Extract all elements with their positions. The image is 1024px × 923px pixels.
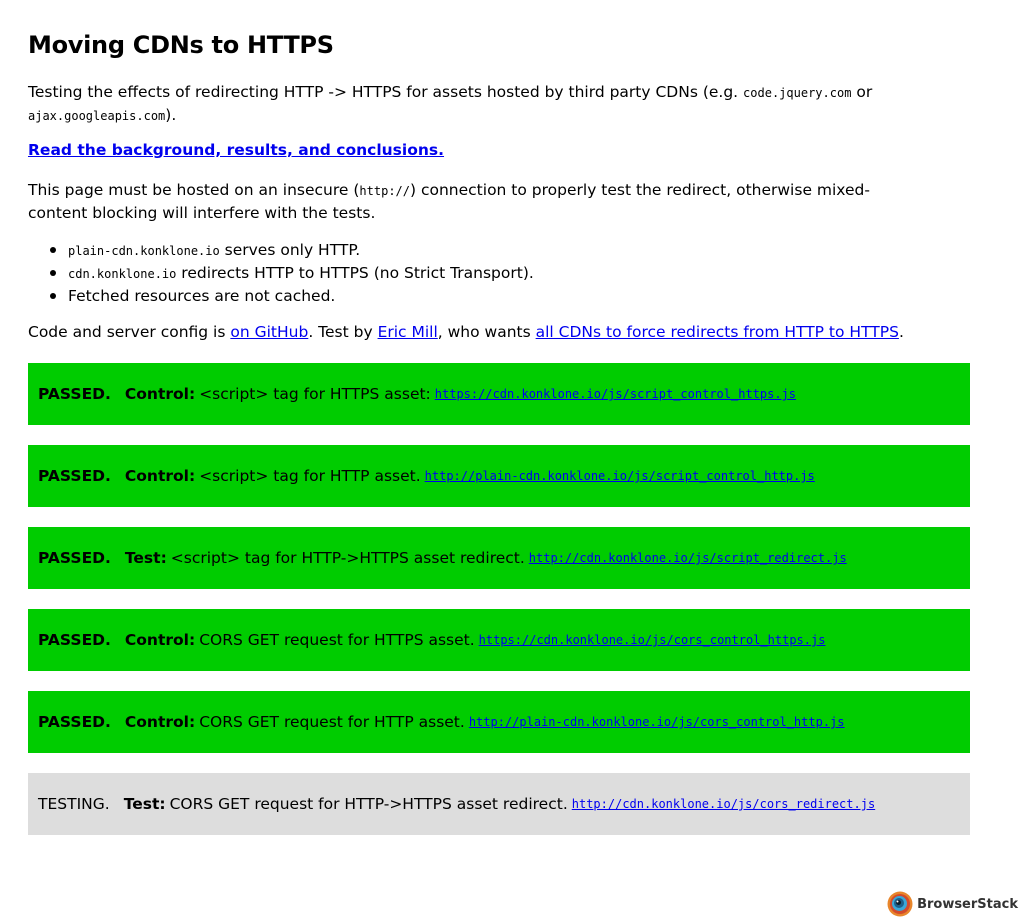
credits-text-4: . [898,323,904,341]
note-text: Fetched resources are not cached. [68,287,336,305]
test-description: CORS GET request for HTTP asset. [199,713,465,731]
test-result-row: PASSED. Control: CORS GET request for HT… [28,609,970,671]
test-status: PASSED. [38,467,111,485]
test-result-row: PASSED. Control: CORS GET request for HT… [28,691,970,753]
test-results: PASSED. Control: <script> tag for HTTPS … [28,363,970,855]
credits-text-1: Code and server config is [28,323,231,341]
note-code: plain-cdn.konklone.io [68,244,220,258]
intro-or: or [856,83,873,101]
test-url-link[interactable]: http://plain-cdn.konklone.io/js/script_c… [425,469,815,483]
test-url-link[interactable]: http://cdn.konklone.io/js/cors_redirect.… [572,797,875,811]
intro-code-googleapis: ajax.googleapis.com [28,109,166,123]
test-url-link[interactable]: http://plain-cdn.konklone.io/js/cors_con… [469,715,845,729]
test-kind: Control: [124,385,196,403]
notes-list: plain-cdn.konklone.io serves only HTTP. … [28,239,534,307]
page-title: Moving CDNs to HTTPS [28,31,334,59]
note-text: redirects HTTP to HTTPS (no Strict Trans… [176,264,534,282]
intro-text: Testing the effects of redirecting HTTP … [28,83,739,101]
author-link[interactable]: Eric Mill [378,323,438,341]
test-status: PASSED. [38,385,111,403]
intro-paragraph: Testing the effects of redirecting HTTP … [28,81,888,127]
credits-text-2: . Test by [308,323,378,341]
hosting-code: http:// [359,184,410,198]
github-link[interactable]: on GitHub [230,323,308,341]
intro-code-jquery: code.jquery.com [743,86,852,100]
browserstack-badge: BrowserStack [887,891,1018,917]
note-text: serves only HTTP. [219,241,361,259]
test-status: PASSED. [38,631,111,649]
credits-text-3: , who wants [437,323,536,341]
test-kind: Control: [124,631,196,649]
test-result-row: PASSED. Control: <script> tag for HTTP a… [28,445,970,507]
test-description: <script> tag for HTTP asset. [199,467,421,485]
test-status: PASSED. [38,549,111,567]
test-description: <script> tag for HTTPS asset: [199,385,431,403]
test-url-link[interactable]: http://cdn.konklone.io/js/script_redirec… [529,551,847,565]
test-url-link[interactable]: https://cdn.konklone.io/js/script_contro… [435,387,796,401]
background-link[interactable]: Read the background, results, and conclu… [28,141,444,159]
cdn-redirect-link[interactable]: all CDNs to force redirects from HTTP to… [536,323,899,341]
note-code: cdn.konklone.io [68,267,177,281]
test-status: PASSED. [38,713,111,731]
test-result-row: TESTING. Test: CORS GET request for HTTP… [28,773,970,835]
browserstack-label: BrowserStack [917,896,1018,912]
test-kind: Test: [123,795,166,813]
list-item: cdn.konklone.io redirects HTTP to HTTPS … [50,262,534,285]
test-result-row: PASSED. Test: <script> tag for HTTP->HTT… [28,527,970,589]
hosting-paragraph: This page must be hosted on an insecure … [28,179,928,224]
credits-paragraph: Code and server config is on GitHub. Tes… [28,321,904,343]
test-description: <script> tag for HTTP->HTTPS asset redir… [170,549,525,567]
test-kind: Control: [124,713,196,731]
test-url-link[interactable]: https://cdn.konklone.io/js/cors_control_… [479,633,826,647]
hosting-text-1: This page must be hosted on an insecure … [28,181,360,199]
test-description: CORS GET request for HTTPS asset. [199,631,475,649]
test-status: TESTING. [38,795,110,813]
test-kind: Test: [124,549,167,567]
test-description: CORS GET request for HTTP->HTTPS asset r… [169,795,568,813]
intro-end: ). [165,106,177,124]
browserstack-logo-icon [887,891,913,917]
test-kind: Control: [124,467,196,485]
list-item: plain-cdn.konklone.io serves only HTTP. [50,239,534,262]
list-item: Fetched resources are not cached. [50,285,534,307]
test-result-row: PASSED. Control: <script> tag for HTTPS … [28,363,970,425]
